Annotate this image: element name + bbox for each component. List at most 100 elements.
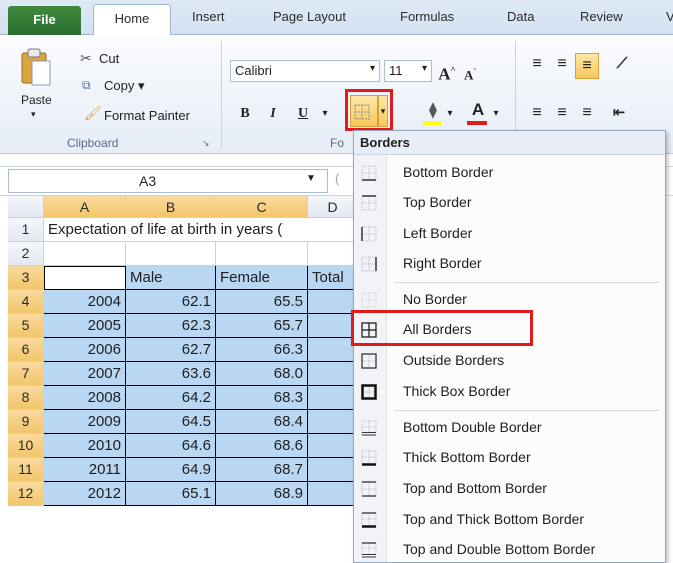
paste-dropdown-icon[interactable]: ▾ <box>31 109 36 120</box>
font-name-combo[interactable]: Calibri ▾ <box>230 60 380 82</box>
cell[interactable] <box>126 242 216 266</box>
cell[interactable] <box>44 242 126 266</box>
row-header-12[interactable]: 12 <box>8 482 44 506</box>
fill-color-dropdown-icon[interactable]: ▾ <box>444 102 456 126</box>
data-cell-male[interactable]: 64.6 <box>126 434 216 458</box>
row-header-4[interactable]: 4 <box>8 290 44 314</box>
tab-page-layout[interactable]: Page Layout <box>273 9 346 24</box>
tab-file[interactable]: File <box>8 6 81 35</box>
data-cell-year[interactable]: 2012 <box>44 482 126 506</box>
header-cell-female[interactable]: Female <box>216 266 308 290</box>
data-cell-year[interactable]: 2008 <box>44 386 126 410</box>
align-right-icon[interactable]: ≡ <box>577 101 597 125</box>
data-cell-female[interactable]: 68.4 <box>216 410 308 434</box>
font-size-combo[interactable]: 11 ▾ <box>384 60 432 82</box>
row-header-10[interactable]: 10 <box>8 434 44 458</box>
data-cell-male[interactable]: 65.1 <box>126 482 216 506</box>
row-header-11[interactable]: 11 <box>8 458 44 482</box>
menu-item-top-border[interactable]: Top Border <box>354 190 665 216</box>
align-left-icon[interactable]: ≡ <box>527 101 547 125</box>
tab-view[interactable]: V <box>666 9 673 24</box>
menu-item-outside-borders[interactable]: Outside Borders <box>354 348 665 374</box>
underline-button[interactable]: U <box>292 102 314 126</box>
fill-color-icon[interactable]: ⧫ <box>422 99 444 123</box>
row-header-7[interactable]: 7 <box>8 362 44 386</box>
menu-item-right-border[interactable]: Right Border <box>354 251 665 277</box>
shrink-font-icon[interactable]: Aˇ <box>460 60 480 84</box>
menu-item-thick-bottom-border[interactable]: Thick Bottom Border <box>354 445 665 471</box>
data-cell-female[interactable]: 65.7 <box>216 314 308 338</box>
column-header-d[interactable]: D <box>308 196 358 218</box>
data-cell-total[interactable] <box>308 458 358 482</box>
sheet-title-cell[interactable]: Expectation of life at birth in years ( <box>44 218 358 242</box>
column-header-c[interactable]: C <box>216 196 308 218</box>
data-cell-year[interactable]: 2007 <box>44 362 126 386</box>
data-cell-male[interactable]: 64.2 <box>126 386 216 410</box>
font-color-dropdown-icon[interactable]: ▾ <box>490 102 502 126</box>
data-cell-total[interactable] <box>308 410 358 434</box>
data-cell-year[interactable]: 2009 <box>44 410 126 434</box>
cut-button[interactable]: Cut <box>99 51 119 66</box>
tab-review[interactable]: Review <box>580 9 623 24</box>
data-cell-male[interactable]: 62.7 <box>126 338 216 362</box>
cell[interactable] <box>216 242 308 266</box>
copy-button[interactable]: Copy ▾ <box>104 78 145 94</box>
data-cell-total[interactable] <box>308 362 358 386</box>
data-cell-year[interactable]: 2010 <box>44 434 126 458</box>
data-cell-female[interactable]: 68.3 <box>216 386 308 410</box>
row-header-3[interactable]: 3 <box>8 266 44 290</box>
row-header-2[interactable]: 2 <box>8 242 44 266</box>
decrease-indent-icon[interactable]: ⇤ <box>609 101 629 125</box>
row-header-9[interactable]: 9 <box>8 410 44 434</box>
align-bottom-icon[interactable]: ≡ <box>575 53 599 79</box>
data-cell-total[interactable] <box>308 386 358 410</box>
font-size-dropdown-icon[interactable]: ▾ <box>422 63 427 74</box>
menu-item-bottom-double-border[interactable]: Bottom Double Border <box>354 415 665 441</box>
grow-font-icon[interactable]: A^ <box>436 58 458 84</box>
header-cell-male[interactable]: Male <box>126 266 216 290</box>
data-cell-male[interactable]: 62.3 <box>126 314 216 338</box>
paste-button[interactable]: Paste <box>21 93 52 107</box>
data-cell-year[interactable]: 2004 <box>44 290 126 314</box>
align-top-icon[interactable]: ≡ <box>527 52 547 76</box>
column-header-a[interactable]: A <box>44 196 126 218</box>
active-cell-a3[interactable] <box>44 266 126 290</box>
tab-insert[interactable]: Insert <box>192 9 225 24</box>
font-color-icon[interactable]: A <box>467 98 489 122</box>
data-cell-total[interactable] <box>308 434 358 458</box>
name-box[interactable]: A3 ▼ <box>8 169 328 193</box>
bold-button[interactable]: B <box>234 102 256 126</box>
menu-item-bottom-border[interactable]: Bottom Border <box>354 160 665 186</box>
select-all-corner[interactable] <box>8 196 44 218</box>
row-header-1[interactable]: 1 <box>8 218 44 242</box>
underline-dropdown-icon[interactable]: ▾ <box>318 102 332 126</box>
menu-item-thick-box-border[interactable]: Thick Box Border <box>354 379 665 405</box>
data-cell-year[interactable]: 2006 <box>44 338 126 362</box>
column-header-b[interactable]: B <box>126 196 216 218</box>
tab-data[interactable]: Data <box>507 9 534 24</box>
cell[interactable] <box>308 242 358 266</box>
format-painter-button[interactable]: Format Painter <box>104 108 190 123</box>
row-header-5[interactable]: 5 <box>8 314 44 338</box>
data-cell-male[interactable]: 64.9 <box>126 458 216 482</box>
menu-item-top-and-thick-bottom-border[interactable]: Top and Thick Bottom Border <box>354 507 665 533</box>
menu-item-top-and-double-bottom-border[interactable]: Top and Double Bottom Border <box>354 537 665 563</box>
row-header-8[interactable]: 8 <box>8 386 44 410</box>
data-cell-female[interactable]: 68.0 <box>216 362 308 386</box>
align-center-icon[interactable]: ≡ <box>552 101 572 125</box>
clipboard-launcher-icon[interactable]: ↘ <box>202 138 210 149</box>
align-middle-icon[interactable]: ≡ <box>552 52 572 76</box>
data-cell-male[interactable]: 62.1 <box>126 290 216 314</box>
menu-item-left-border[interactable]: Left Border <box>354 221 665 247</box>
menu-item-top-and-bottom-border[interactable]: Top and Bottom Border <box>354 476 665 502</box>
orientation-icon[interactable]: ⟋ <box>612 52 632 76</box>
data-cell-female[interactable]: 66.3 <box>216 338 308 362</box>
data-cell-total[interactable] <box>308 482 358 506</box>
row-header-6[interactable]: 6 <box>8 338 44 362</box>
data-cell-female[interactable]: 68.6 <box>216 434 308 458</box>
tab-home[interactable]: Home <box>93 4 171 36</box>
data-cell-male[interactable]: 64.5 <box>126 410 216 434</box>
data-cell-male[interactable]: 63.6 <box>126 362 216 386</box>
data-cell-female[interactable]: 65.5 <box>216 290 308 314</box>
font-name-dropdown-icon[interactable]: ▾ <box>370 63 375 74</box>
